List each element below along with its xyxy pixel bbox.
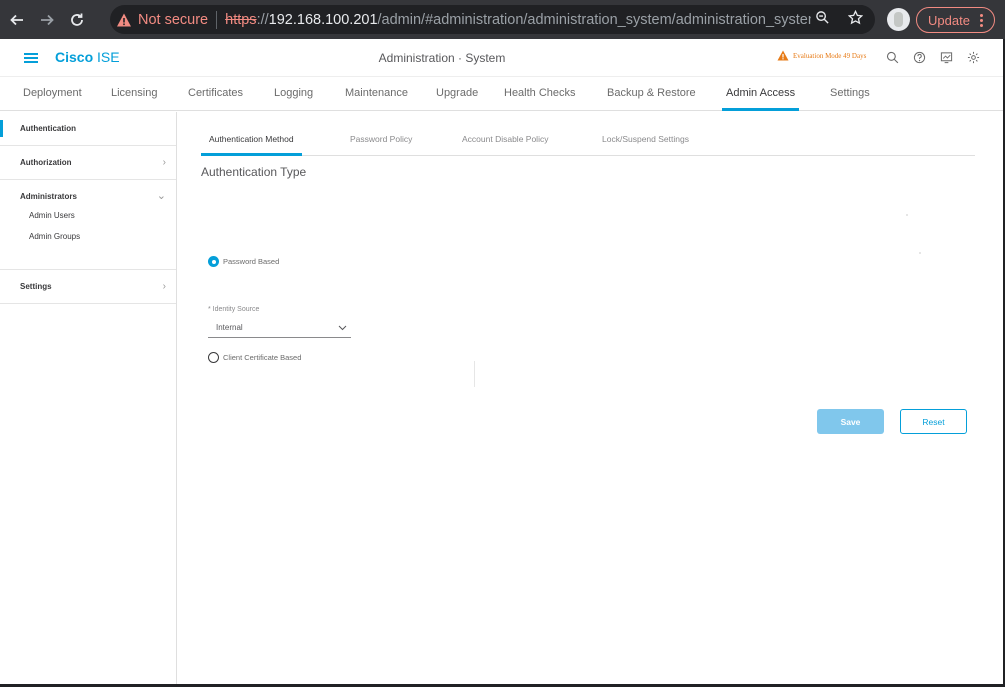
tab-upgrade[interactable]: Upgrade	[436, 87, 478, 99]
url-scheme-separator: ://	[256, 11, 269, 28]
chevron-down-icon	[338, 325, 347, 331]
tab-authentication-method[interactable]: Authentication Method	[201, 134, 302, 156]
url-scheme: https	[225, 11, 257, 28]
zoom-icon[interactable]	[815, 10, 830, 29]
radio-label: Password Based	[223, 257, 280, 266]
tab-certificates[interactable]: Certificates	[188, 87, 243, 99]
main-content: Authentication Method Password Policy Ac…	[178, 112, 1003, 684]
sidebar-item-label: Authorization	[20, 158, 72, 167]
tab-health-checks[interactable]: Health Checks	[504, 87, 576, 99]
chevron-right-icon: ›	[162, 281, 166, 292]
sidebar-section-administrators: Administrators ⌄ Admin Users Admin Groups	[0, 180, 176, 270]
reload-icon	[71, 13, 83, 26]
evaluation-text: Evaluation Mode 49 Days	[793, 51, 867, 60]
app-header: Cisco ISE Administration · System Evalua…	[0, 39, 1003, 77]
tab-password-policy[interactable]: Password Policy	[350, 134, 412, 144]
left-sidebar: Authentication Authorization › Administra…	[0, 112, 177, 684]
divider	[906, 214, 908, 216]
search-icon[interactable]	[885, 50, 899, 64]
back-button[interactable]	[4, 7, 30, 33]
help-icon[interactable]	[912, 50, 926, 64]
tab-licensing[interactable]: Licensing	[111, 87, 157, 99]
divider	[919, 252, 921, 254]
tab-deployment[interactable]: Deployment	[23, 87, 82, 99]
radio-client-certificate-based[interactable]: Client Certificate Based	[208, 352, 301, 363]
warning-triangle-icon	[777, 50, 789, 61]
tab-backup-restore[interactable]: Backup & Restore	[607, 87, 696, 99]
url-host: 192.168.100.201	[268, 11, 378, 28]
tab-lock-suspend-settings[interactable]: Lock/Suspend Settings	[602, 134, 689, 144]
sidebar-item-label: Administrators	[20, 192, 77, 201]
save-button[interactable]: Save	[817, 409, 884, 434]
ise-app: Cisco ISE Administration · System Evalua…	[0, 39, 1003, 684]
reload-button[interactable]	[64, 7, 90, 33]
tab-maintenance[interactable]: Maintenance	[345, 87, 408, 99]
identity-source-value: Internal	[216, 323, 243, 332]
more-menu-icon	[979, 13, 983, 27]
radio-label: Client Certificate Based	[223, 353, 302, 362]
address-bar[interactable]: Not secure https://192.168.100.201/admin…	[110, 5, 875, 34]
evaluation-badge[interactable]: Evaluation Mode 49 Days	[777, 50, 866, 61]
section-title: Authentication Type	[201, 165, 307, 179]
sidebar-item-administrators[interactable]: Administrators ⌄	[0, 180, 176, 213]
sidebar-item-admin-groups[interactable]: Admin Groups	[0, 226, 176, 247]
radio-password-based[interactable]: Password Based	[208, 256, 279, 267]
bookmark-star-icon[interactable]	[847, 9, 864, 29]
sidebar-item-label: Settings	[20, 282, 52, 291]
not-secure-label[interactable]: Not secure	[138, 12, 208, 28]
top-nav-tabs: Deployment Licensing Certificates Loggin…	[0, 77, 1003, 111]
omnibox-separator	[216, 10, 218, 29]
sidebar-section-settings: Settings ›	[0, 270, 176, 304]
update-label: Update	[928, 12, 970, 28]
divider	[474, 361, 475, 387]
sidebar-item-authorization[interactable]: Authorization ›	[0, 146, 176, 179]
tab-settings[interactable]: Settings	[830, 87, 870, 99]
sub-tabs: Authentication Method Password Policy Ac…	[201, 112, 975, 156]
arrow-right-icon	[41, 14, 54, 25]
identity-source-label: * Identity Source	[208, 306, 260, 313]
update-button[interactable]: Update	[916, 7, 995, 33]
chevron-right-icon: ›	[162, 157, 166, 168]
sidebar-item-authentication[interactable]: Authentication	[0, 112, 176, 145]
dashboard-icon[interactable]	[939, 50, 953, 64]
sidebar-item-settings[interactable]: Settings ›	[0, 270, 176, 303]
sidebar-section-authentication: Authentication	[0, 112, 176, 146]
reset-button[interactable]: Reset	[900, 409, 967, 434]
profile-avatar[interactable]	[887, 8, 910, 31]
gear-icon[interactable]	[966, 50, 980, 64]
page-title: Administration · System	[378, 51, 506, 65]
identity-source-select[interactable]: Internal	[208, 317, 351, 338]
radio-checked-icon	[208, 256, 219, 267]
warning-icon	[117, 13, 131, 26]
chevron-down-icon: ⌄	[156, 190, 166, 202]
tab-admin-access[interactable]: Admin Access	[721, 87, 800, 111]
browser-toolbar: Not secure https://192.168.100.201/admin…	[0, 0, 1005, 39]
tab-account-disable-policy[interactable]: Account Disable Policy	[462, 134, 548, 144]
sidebar-section-authorization: Authorization ›	[0, 146, 176, 180]
url-path: /admin/#administration/administration_sy…	[377, 11, 841, 28]
arrow-left-icon	[10, 14, 23, 25]
forward-button[interactable]	[34, 7, 60, 33]
radio-unchecked-icon	[208, 352, 219, 363]
tab-logging[interactable]: Logging	[274, 87, 313, 99]
